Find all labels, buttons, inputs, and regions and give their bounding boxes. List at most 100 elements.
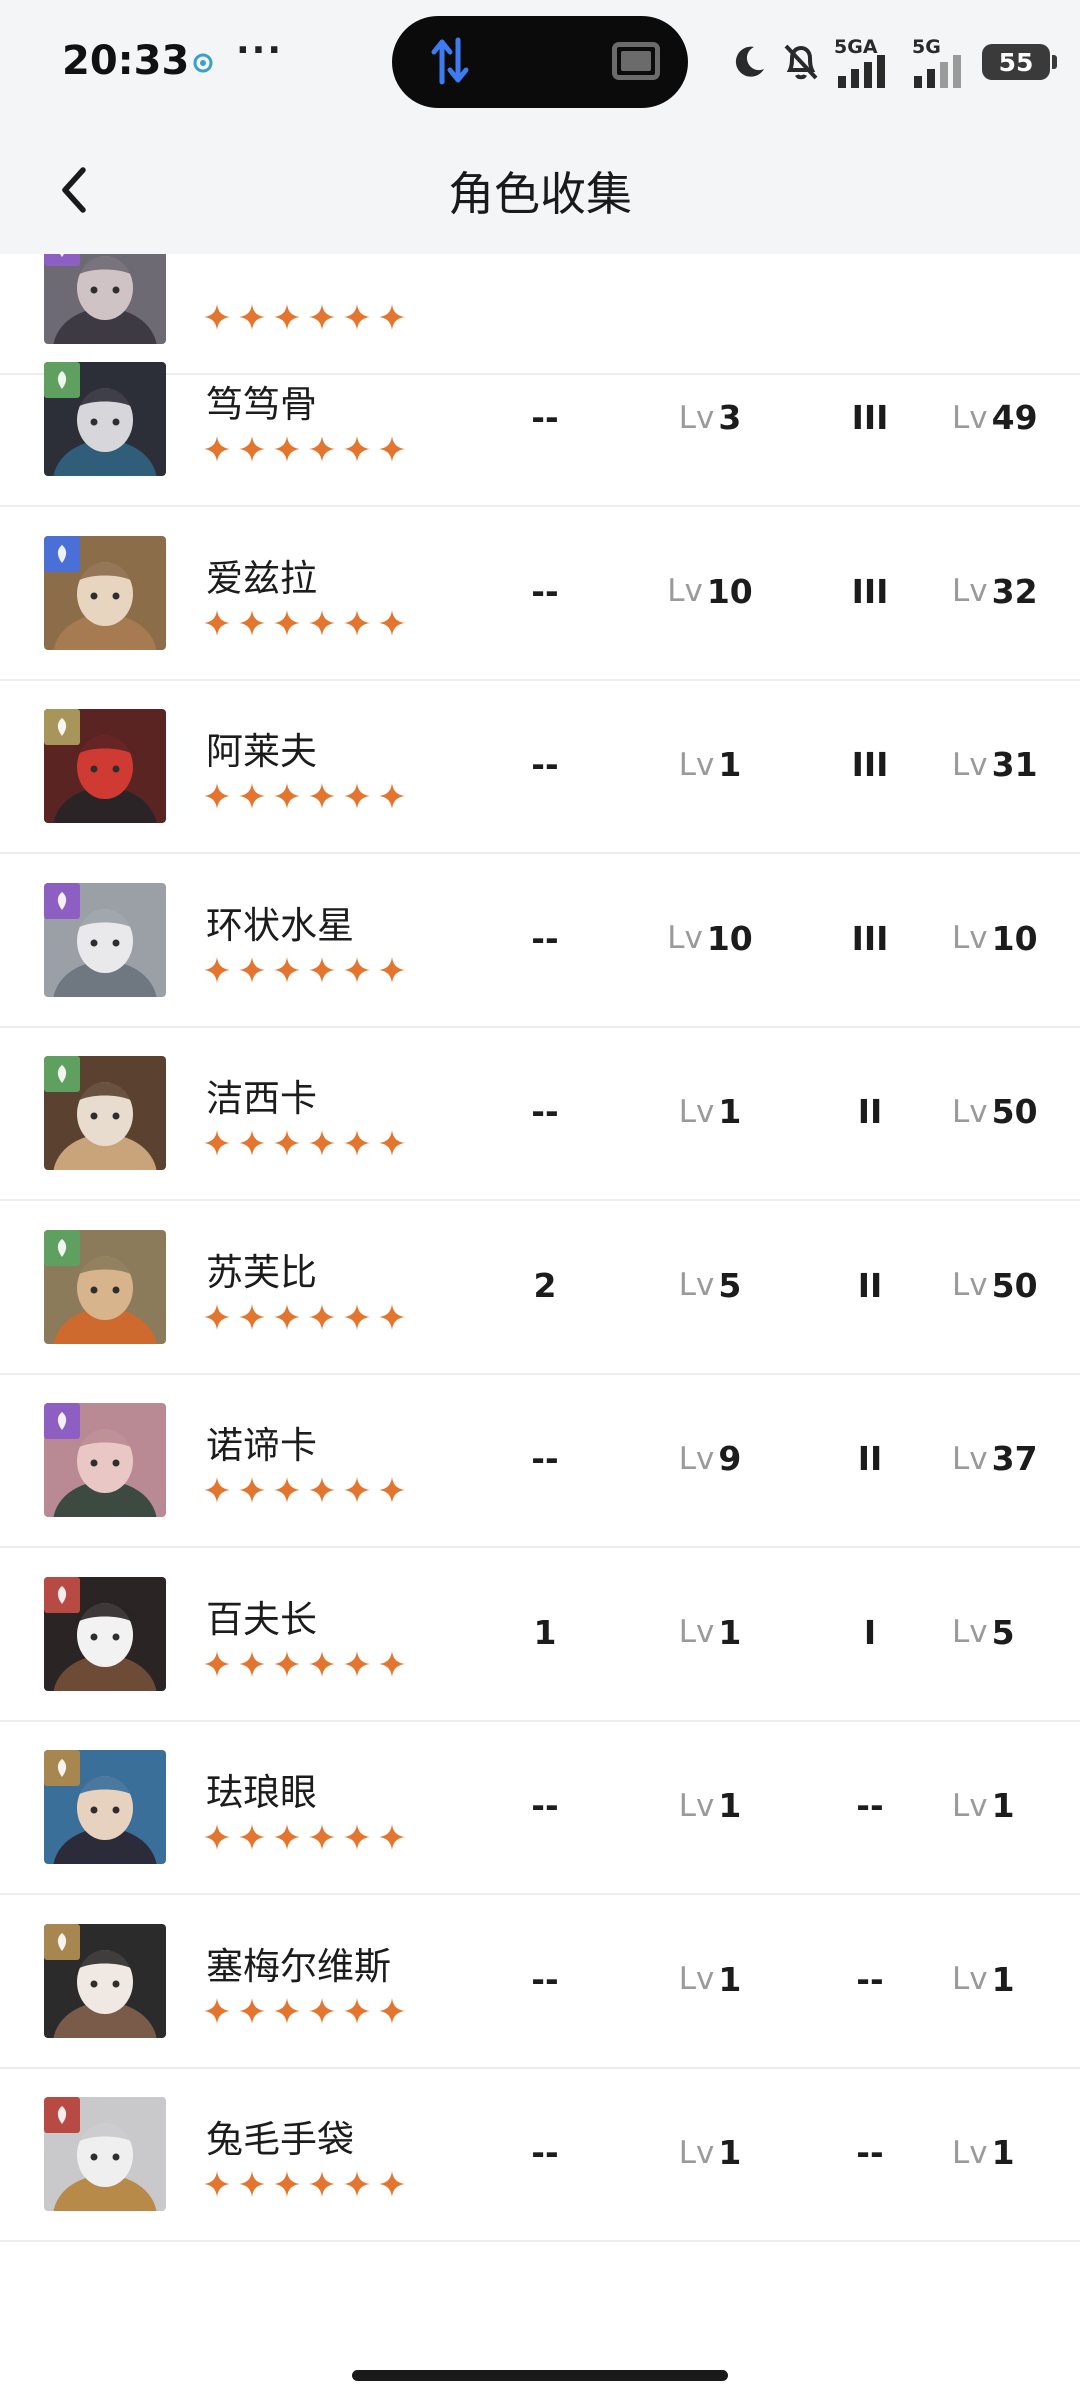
star-icon [344, 609, 370, 636]
moon-icon [735, 46, 764, 77]
character-level: Lv 1 [930, 2065, 1050, 2240]
rarity-stars [204, 1650, 405, 1677]
character-list[interactable]: 笃笃骨 -- Lv 3 III Lv 49 爱兹拉 -- Lv 10 III Lv 32 阿莱夫 -- Lv 1 I… [0, 254, 1080, 2270]
star-icon [344, 304, 370, 330]
screen-icon [612, 42, 660, 80]
element-icon [57, 544, 67, 563]
star-icon [239, 1997, 265, 2024]
star-icon [344, 956, 370, 983]
star-icon [309, 956, 335, 983]
skill-level-value: 5 [718, 1265, 742, 1305]
character-avatar[interactable] [44, 1750, 166, 1864]
character-row[interactable]: 珐琅眼 -- Lv 1 -- Lv 1 [0, 1718, 1080, 1895]
insight-rank: I [863, 1612, 877, 1652]
star-icon [309, 436, 335, 462]
home-indicator[interactable] [352, 2370, 728, 2381]
character-row[interactable]: 环状水星 -- Lv 10 III Lv 10 [0, 851, 1080, 1028]
character-avatar[interactable] [44, 1923, 166, 2038]
character-level: Lv 5 [930, 1545, 1050, 1720]
element-badge-icon [44, 362, 80, 398]
lv-label: Lv [678, 1787, 715, 1824]
star-icon [309, 304, 335, 330]
character-name: 环状水星 [206, 903, 354, 947]
element-badge-icon [44, 1403, 80, 1439]
element-icon [57, 1759, 67, 1777]
dynamic-island [392, 16, 688, 108]
skill-level-value: 1 [718, 1786, 742, 1825]
lv-label: Lv [952, 1614, 988, 1650]
character-level: Lv 50 [930, 1198, 1050, 1373]
insight-value: 1 [533, 1612, 557, 1652]
star-icon [239, 436, 265, 462]
character-level-value: 31 [991, 745, 1038, 784]
lv-label: Lv [952, 920, 988, 956]
star-icon [344, 1130, 370, 1156]
character-row[interactable]: 苏芙比 2 Lv 5 II Lv 50 [0, 1198, 1080, 1375]
character-level-value: 1 [991, 1786, 1015, 1825]
character-row[interactable]: 兔毛手袋 -- Lv 1 -- Lv 1 [0, 2065, 1080, 2242]
character-name: 珐琅眼 [206, 1771, 317, 1814]
skill-level-value: 10 [706, 918, 753, 958]
character-row[interactable]: 诺谛卡 -- Lv 9 II Lv 37 [0, 1371, 1080, 1548]
character-level: Lv 37 [930, 1371, 1050, 1546]
skill-level: Lv 1 [640, 677, 780, 852]
lv-label: Lv [678, 746, 715, 783]
character-level-value: 37 [991, 1439, 1038, 1478]
insight-rank: II [857, 1439, 883, 1478]
character-avatar[interactable] [44, 1229, 166, 1344]
lv-label: Lv [667, 573, 703, 609]
rarity-stars [204, 1824, 405, 1850]
star-icon [309, 783, 335, 809]
character-name: 苏芙比 [206, 1250, 317, 1294]
star-icon [239, 783, 265, 809]
character-row[interactable]: 洁西卡 -- Lv 1 II Lv 50 [0, 1024, 1080, 1201]
character-row[interactable]: 爱兹拉 -- Lv 10 III Lv 32 [0, 504, 1080, 681]
character-avatar[interactable] [44, 2097, 166, 2211]
star-icon [204, 1303, 230, 1330]
lv-label: Lv [952, 746, 988, 783]
status-icons: 5GA 5G 55 [730, 34, 1057, 90]
character-avatar[interactable] [44, 535, 166, 650]
insight-rank: -- [856, 2133, 884, 2172]
skill-level-value: 1 [718, 745, 742, 784]
character-avatar[interactable] [44, 1056, 166, 1170]
star-icon [344, 783, 370, 809]
character-avatar[interactable] [44, 709, 166, 823]
star-icon [239, 1130, 265, 1156]
insight-value: -- [531, 1959, 559, 1999]
skill-level-value: 1 [718, 1959, 742, 1999]
skill-level: Lv 1 [640, 1024, 780, 1199]
insight-rank: III [851, 571, 889, 611]
character-row[interactable]: 笃笃骨 -- Lv 3 III Lv 49 [0, 330, 1080, 507]
element-badge-icon [44, 1576, 80, 1613]
star-icon [379, 1130, 405, 1156]
signal-5ga: 5GA [834, 36, 898, 88]
star-icon [309, 1477, 335, 1503]
battery-icon: 55 [982, 44, 1057, 80]
header: 角色收集 [0, 126, 1080, 254]
star-icon [239, 1477, 265, 1503]
signal-icon [838, 55, 885, 88]
character-avatar[interactable] [44, 882, 166, 997]
star-icon [274, 1650, 300, 1677]
mute-bell-icon [784, 44, 818, 80]
character-avatar[interactable] [44, 362, 166, 476]
signal-icon [914, 55, 961, 88]
star-icon [309, 1997, 335, 2024]
character-row[interactable]: 阿莱夫 -- Lv 1 III Lv 31 [0, 677, 1080, 854]
character-avatar[interactable] [44, 1576, 166, 1691]
element-icon [60, 254, 64, 257]
lv-label: Lv [952, 2134, 988, 2171]
character-row[interactable]: 百夫长 1 Lv 1 I Lv 5 [0, 1545, 1080, 1722]
character-level-value: 50 [991, 1265, 1038, 1305]
lv-label: Lv [952, 1961, 988, 1997]
character-level-value: 10 [991, 918, 1038, 958]
character-avatar[interactable] [44, 1403, 166, 1517]
character-row[interactable]: 塞梅尔维斯 -- Lv 1 -- Lv 1 [0, 1892, 1080, 2069]
lv-label: Lv [678, 1267, 715, 1303]
element-badge-icon [44, 535, 80, 572]
star-icon [309, 2171, 335, 2197]
element-icon [57, 1585, 67, 1604]
star-icon [309, 1130, 335, 1156]
star-icon [344, 1997, 370, 2024]
